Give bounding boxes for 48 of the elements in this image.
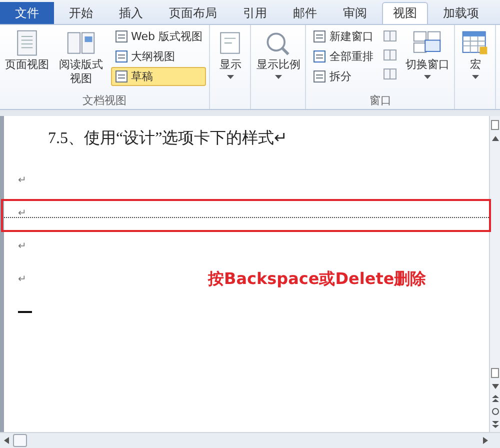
document-heading: 7.5、使用“设计”选项卡下的样式↵ — [47, 128, 288, 149]
ribbon-tab[interactable]: 加载项 — [432, 2, 490, 24]
down-arrow-icon[interactable] — [492, 384, 498, 389]
paragraph-mark: ↵ — [18, 175, 26, 186]
ribbon-button[interactable]: 显示比例 — [254, 27, 302, 81]
left-arrow-icon[interactable] — [4, 437, 9, 444]
page-icon — [313, 30, 326, 43]
annotation-text: 按Backspace或Delete删除 — [208, 269, 426, 290]
up-arrow-icon[interactable] — [492, 136, 498, 141]
ribbon-tab[interactable]: 插入 — [108, 2, 154, 24]
ribbon-button[interactable]: 切换窗口 — [403, 27, 452, 81]
ribbon-tab[interactable]: 开始 — [58, 2, 104, 24]
ribbon-button[interactable]: 阅读版式视图 — [54, 27, 108, 87]
ribbon-button[interactable]: Web 版式视图 — [111, 27, 206, 46]
paragraph-mark: ↵ — [18, 208, 26, 219]
ruler-icon[interactable] — [491, 120, 499, 130]
next-page-icon[interactable] — [492, 421, 498, 428]
page-icon[interactable] — [491, 368, 499, 378]
group-label: 窗口 — [368, 93, 392, 109]
file-tab[interactable]: 文件 — [0, 2, 54, 24]
page-icon — [313, 50, 326, 63]
ribbon-tab[interactable]: 页面布局 — [158, 2, 228, 24]
paragraph-mark: ↵ — [18, 274, 26, 285]
group-label: 文档视图 — [82, 93, 128, 109]
page-icon — [115, 70, 128, 83]
scroll-thumb[interactable] — [13, 434, 27, 447]
ribbon-button[interactable]: 大纲视图 — [111, 47, 206, 66]
ribbon-button[interactable]: 页面视图 — [3, 27, 51, 73]
ribbon-button[interactable]: 宏 — [458, 27, 492, 81]
previous-page-icon[interactable] — [492, 395, 498, 402]
cursor-icon — [18, 311, 32, 314]
ribbon-button[interactable]: 全部重排 — [309, 47, 378, 66]
ribbon-tab[interactable]: 视图 — [382, 2, 428, 24]
ribbon-button[interactable]: 显示 — [213, 27, 248, 81]
page-icon — [115, 30, 128, 43]
circle-icon[interactable] — [492, 408, 498, 415]
vertical-scrollbar[interactable] — [489, 116, 500, 432]
page-icon — [313, 70, 326, 83]
paragraph-mark: ↵ — [18, 241, 26, 252]
horizontal-scrollbar[interactable] — [0, 432, 500, 448]
ribbon-button[interactable]: 拆分 — [309, 67, 378, 86]
ribbon-button[interactable]: 新建窗口 — [309, 27, 378, 46]
right-arrow-icon[interactable] — [483, 437, 488, 444]
ribbon-button[interactable]: 草稿 — [111, 67, 206, 86]
ribbon-tab[interactable]: 引用 — [232, 2, 278, 24]
ribbon-tab[interactable]: 邮件 — [282, 2, 328, 24]
ribbon-tab[interactable]: 审阅 — [332, 2, 378, 24]
page-icon — [115, 50, 128, 63]
